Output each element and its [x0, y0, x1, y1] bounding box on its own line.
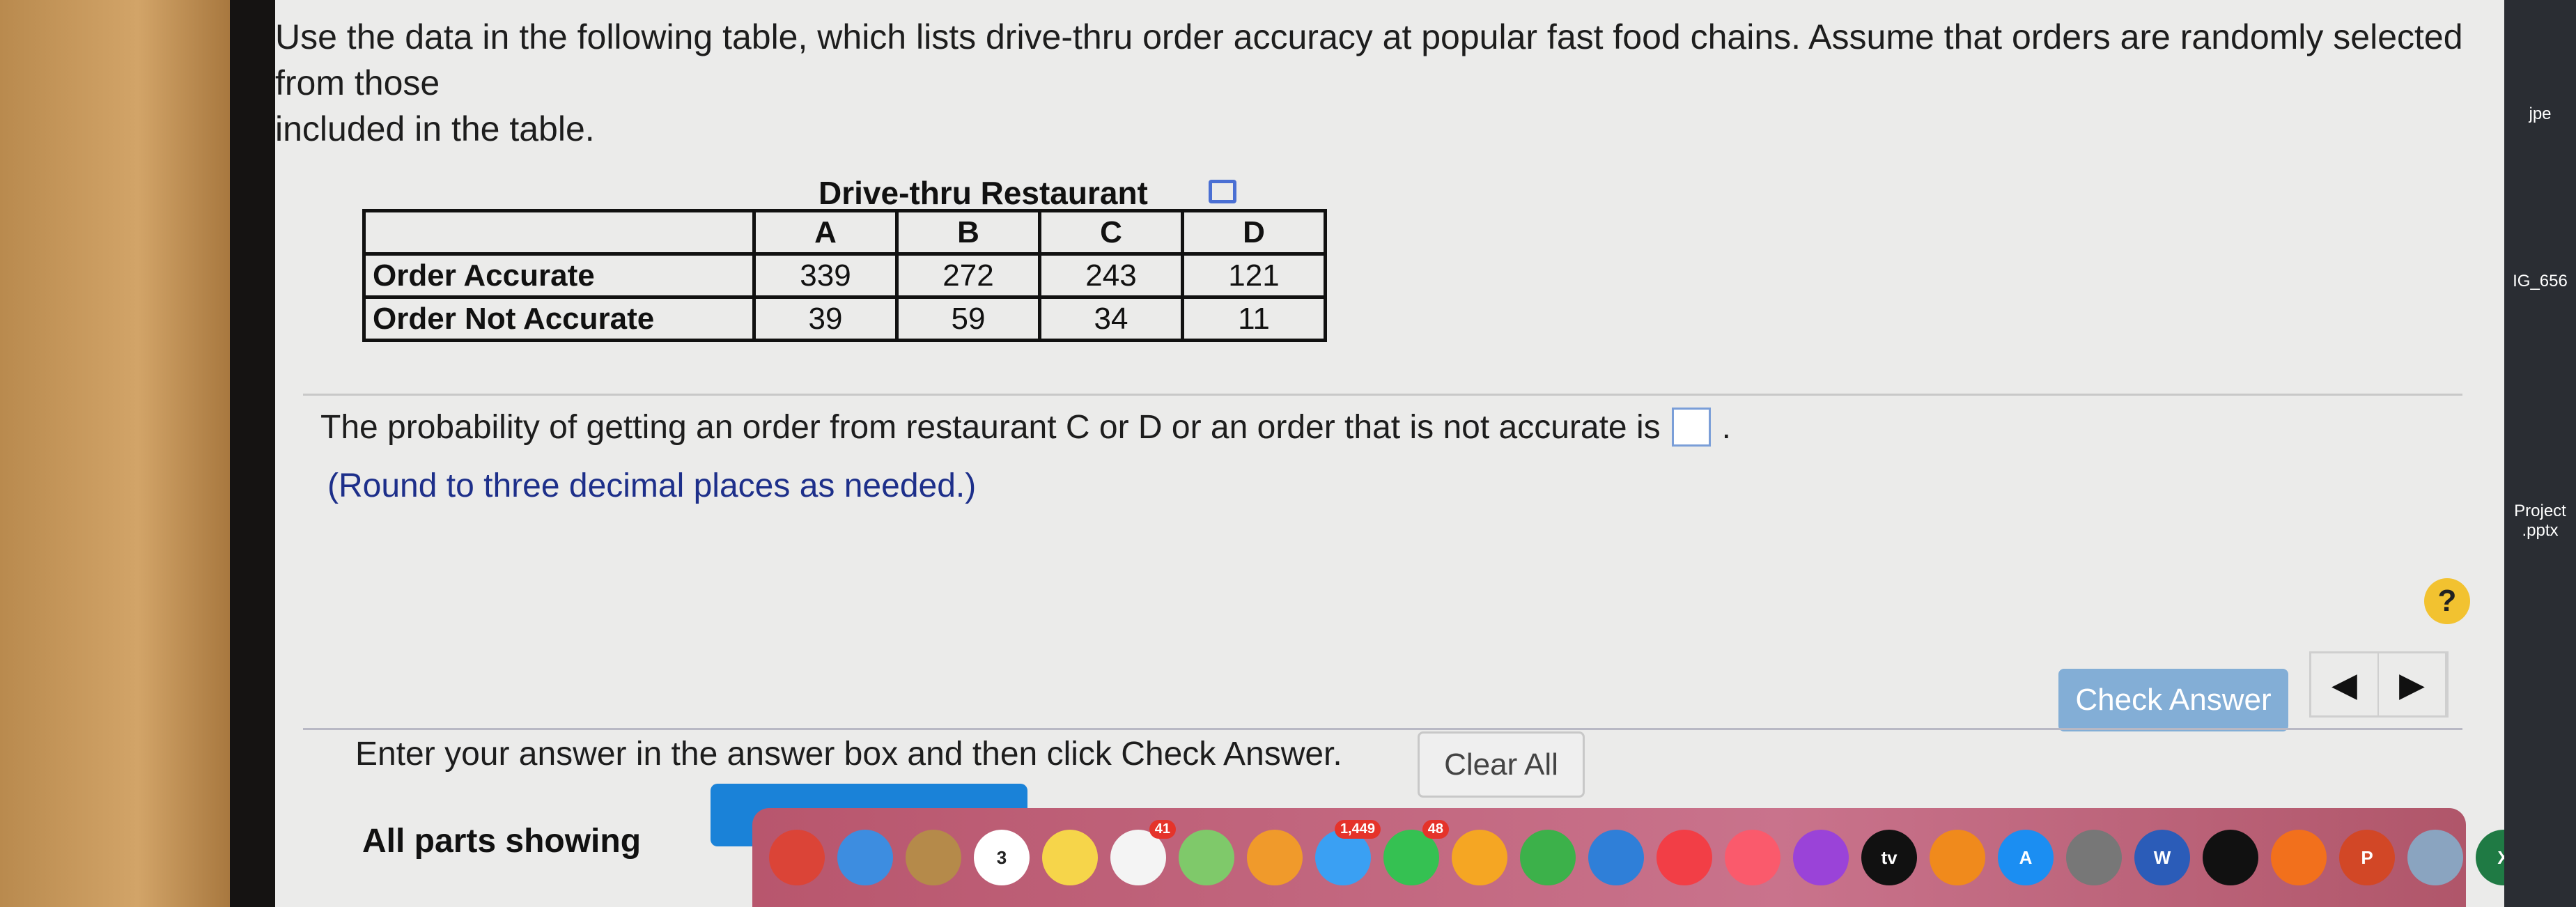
- app-label: A: [2019, 846, 2033, 868]
- help-button[interactable]: ?: [2424, 578, 2470, 624]
- browser-content: Use the data in the following table, whi…: [275, 0, 2504, 907]
- column-header: D: [1181, 209, 1327, 256]
- table-cell: 11: [1181, 295, 1327, 342]
- news-icon[interactable]: [1656, 830, 1712, 885]
- table-row: Order Accurate 339 272 243 121: [362, 252, 1327, 299]
- table-header-row: A B C D: [362, 209, 1327, 256]
- table-cell: 59: [895, 295, 1041, 342]
- row-header: Order Accurate: [362, 252, 756, 299]
- preview-icon[interactable]: [2407, 830, 2463, 885]
- prompt-period: .: [1721, 408, 1731, 446]
- column-header: B: [895, 209, 1041, 256]
- question-nav: ◀ ▶: [2309, 651, 2449, 718]
- table-corner: [362, 209, 756, 256]
- prompt-text: The probability of getting an order from…: [320, 408, 1661, 446]
- all-parts-label: All parts showing: [362, 823, 642, 860]
- music-icon[interactable]: [1725, 830, 1780, 885]
- reminders-icon[interactable]: 41: [1110, 820, 1176, 885]
- table-cell: 121: [1181, 252, 1327, 299]
- photos-icon[interactable]: [1247, 830, 1303, 885]
- question-intro: Use the data in the following table, whi…: [275, 14, 2469, 152]
- chrome-icon[interactable]: [769, 830, 825, 885]
- system-preferences-icon[interactable]: [2066, 830, 2122, 885]
- table-cell: 34: [1038, 295, 1184, 342]
- table-cell: 243: [1038, 252, 1184, 299]
- question-prompt: The probability of getting an order from…: [320, 408, 1731, 447]
- table-title: Drive-thru Restaurant: [818, 175, 1148, 211]
- monitor-bezel: [230, 0, 279, 907]
- column-header: A: [752, 209, 899, 256]
- apple-tv-icon[interactable]: tv: [1861, 830, 1917, 885]
- divider: [303, 394, 2462, 396]
- intro-line: included in the table.: [275, 109, 595, 148]
- row-header: Order Not Accurate: [362, 295, 756, 342]
- messages-icon[interactable]: 1,449: [1315, 820, 1381, 885]
- numbers-icon[interactable]: [1520, 830, 1576, 885]
- facetime-icon[interactable]: 48: [1383, 820, 1449, 885]
- next-arrow-icon[interactable]: ▶: [2379, 653, 2446, 715]
- keynote-icon[interactable]: [1588, 830, 1644, 885]
- check-answer-button[interactable]: Check Answer: [2058, 669, 2288, 731]
- finder-icon[interactable]: [837, 830, 893, 885]
- app-store-icon[interactable]: A: [1998, 830, 2054, 885]
- wood-background: [0, 0, 230, 907]
- desktop-file[interactable]: Project .pptx: [2504, 502, 2576, 541]
- data-table: A B C D Order Accurate 339 272 243 121 O…: [362, 209, 1327, 342]
- column-header: C: [1038, 209, 1184, 256]
- calendar-icon[interactable]: 3: [974, 830, 1030, 885]
- app-label: tv: [1881, 846, 1898, 868]
- notification-badge: 1,449: [1334, 820, 1381, 839]
- notification-badge: 41: [1149, 820, 1176, 839]
- table-row: Order Not Accurate 39 59 34 11: [362, 295, 1327, 342]
- firefox-icon[interactable]: [2271, 830, 2327, 885]
- table-cell: 39: [752, 295, 899, 342]
- clear-all-button[interactable]: Clear All: [1418, 731, 1585, 798]
- dock: 3 41 1,449 48 tv A W P X: [752, 808, 2576, 907]
- popout-icon[interactable]: [1209, 180, 1236, 203]
- desktop-strip: jpe IG_656 Project .pptx: [2504, 0, 2576, 907]
- app-label: 3: [996, 846, 1007, 868]
- vpn-icon[interactable]: [2203, 830, 2258, 885]
- answer-input[interactable]: [1671, 408, 1711, 447]
- desktop-file[interactable]: IG_656: [2504, 272, 2576, 291]
- contacts-icon[interactable]: [906, 830, 961, 885]
- table-cell: 272: [895, 252, 1041, 299]
- app-label: W: [2153, 846, 2171, 868]
- app-label: P: [2361, 846, 2373, 868]
- footer-instruction: Enter your answer in the answer box and …: [355, 736, 1342, 773]
- podcasts-icon[interactable]: [1793, 830, 1849, 885]
- divider: [303, 728, 2462, 730]
- powerpoint-icon[interactable]: P: [2339, 830, 2395, 885]
- maps-icon[interactable]: [1179, 830, 1234, 885]
- desktop-file[interactable]: jpe: [2504, 104, 2576, 124]
- rounding-instruction: (Round to three decimal places as needed…: [327, 467, 977, 504]
- notification-badge: 48: [1422, 820, 1449, 839]
- word-icon[interactable]: W: [2134, 830, 2190, 885]
- notes-icon[interactable]: [1042, 830, 1098, 885]
- prev-arrow-icon[interactable]: ◀: [2311, 653, 2379, 715]
- pages-icon[interactable]: [1452, 830, 1507, 885]
- table-cell: 339: [752, 252, 899, 299]
- books-icon[interactable]: [1930, 830, 1985, 885]
- intro-line: Use the data in the following table, whi…: [275, 17, 2463, 102]
